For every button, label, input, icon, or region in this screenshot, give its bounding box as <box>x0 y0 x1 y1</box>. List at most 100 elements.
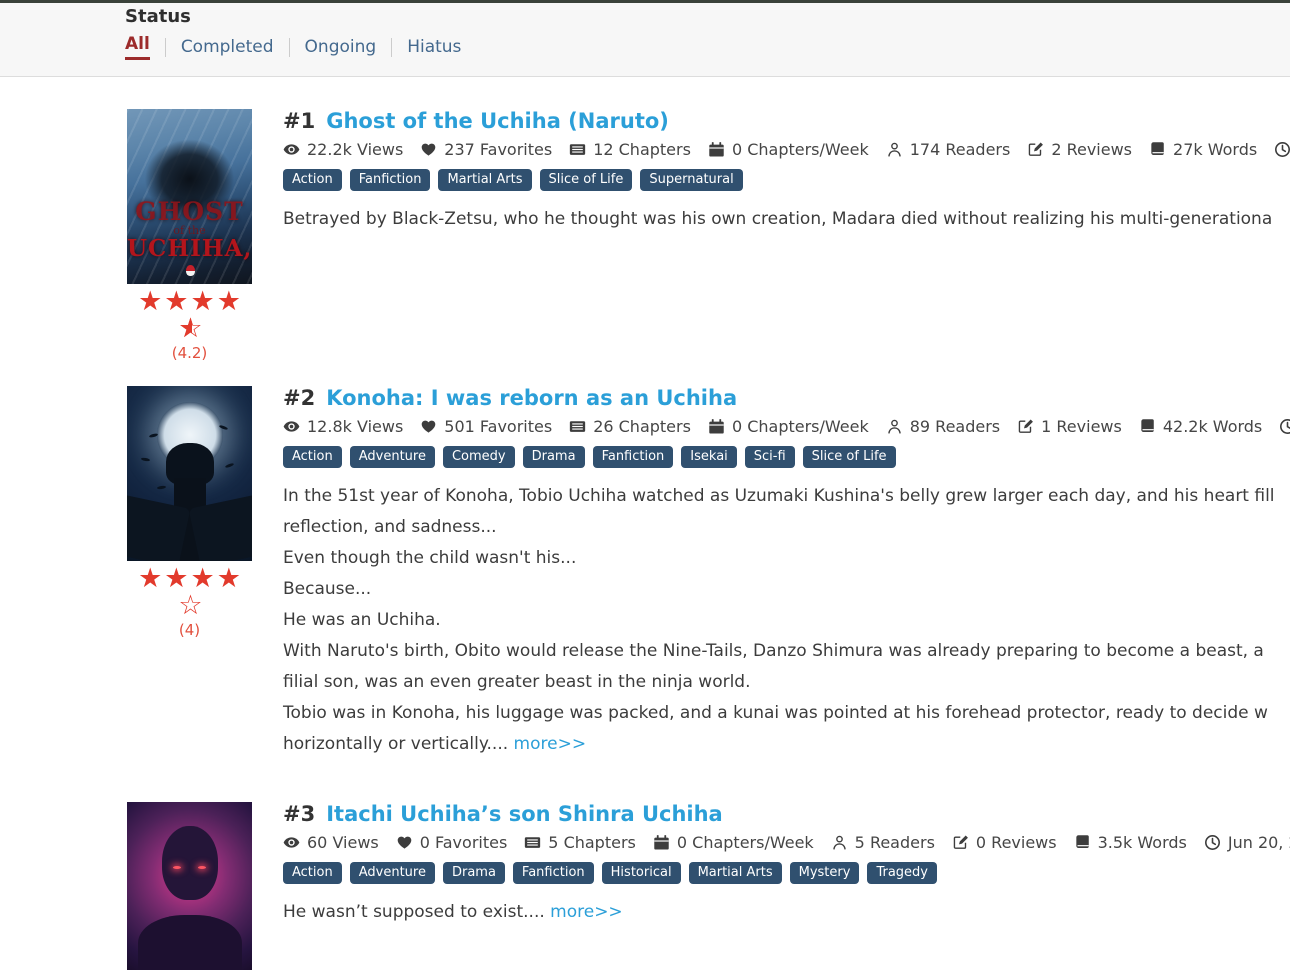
tag-link[interactable]: Isekai <box>681 446 737 468</box>
date-stat: Jun <box>1279 417 1290 436</box>
star-full-icon: ★ <box>190 563 215 594</box>
tag-link[interactable]: Fanfiction <box>349 169 431 191</box>
tag-link[interactable]: Fanfiction <box>512 862 594 884</box>
clock-icon <box>1279 418 1290 435</box>
description-line: Betrayed by Black-Zetsu, who he thought … <box>283 209 1273 229</box>
star-full-icon: ★ <box>138 563 163 594</box>
story-list: GHOST of the UCHIHA, ★★★★☆ ★ (4.2) #1 Gho… <box>0 77 1290 970</box>
tag-link[interactable]: Sci-fi <box>744 446 795 468</box>
description-line: He was an Uchiha. <box>283 610 441 630</box>
tag-link[interactable]: Action <box>283 169 342 191</box>
cover-column: ★★★★☆ <box>127 802 252 970</box>
star-full-icon: ★ <box>216 563 241 594</box>
tab-all[interactable]: All <box>125 34 150 60</box>
favorites-label: 501 Favorites <box>444 417 553 436</box>
views-label: 60 Views <box>307 833 379 852</box>
story-cover-image[interactable]: GHOST of the UCHIHA, <box>127 109 252 284</box>
rating-value: (4.2) <box>171 344 208 362</box>
story-stats: 12.8k Views 501 Favorites 26 Chapters 0 … <box>283 417 1290 436</box>
chapters-label: 5 Chapters <box>548 833 636 852</box>
reviews-label: 2 Reviews <box>1051 140 1133 159</box>
reader-icon <box>886 418 903 435</box>
words-label: 27k Words <box>1173 140 1258 159</box>
favorites-label: 237 Favorites <box>444 140 553 159</box>
views-stat: 60 Views <box>283 833 379 852</box>
readers-stat: 89 Readers <box>886 417 1000 436</box>
tab-hiatus[interactable]: Hiatus <box>407 37 461 57</box>
tag-link[interactable]: Historical <box>601 862 681 884</box>
description-line: filial son, was an even greater beast in… <box>283 672 751 692</box>
chapters-label: 26 Chapters <box>593 417 691 436</box>
review-icon <box>1017 418 1034 435</box>
story-title-link[interactable]: Ghost of the Uchiha (Naruto) <box>326 109 669 133</box>
clock-icon <box>1274 141 1290 158</box>
chapters-icon <box>569 418 586 435</box>
tag-link[interactable]: Action <box>283 862 342 884</box>
more-link[interactable]: more>> <box>514 734 587 754</box>
tag-link[interactable]: Adventure <box>349 862 435 884</box>
date-stat: May <box>1274 140 1290 159</box>
heart-icon <box>420 141 437 158</box>
readers-label: 5 Readers <box>854 833 935 852</box>
tag-link[interactable]: Drama <box>442 862 505 884</box>
reviews-label: 0 Reviews <box>975 833 1057 852</box>
tag-link[interactable]: Fanfiction <box>592 446 674 468</box>
reviews-stat: 1 Reviews <box>1017 417 1122 436</box>
book-icon <box>1074 834 1091 851</box>
heart-icon <box>420 418 437 435</box>
tab-ongoing[interactable]: Ongoing <box>305 37 377 57</box>
eye-icon <box>283 834 300 851</box>
tag-link[interactable]: Mystery <box>789 862 860 884</box>
frequency-stat: 0 Chapters/Week <box>653 833 814 852</box>
description-line: Even though the child wasn't his... <box>283 548 577 568</box>
date-stat: Jun 20, 2025 <box>1204 833 1290 852</box>
tab-completed[interactable]: Completed <box>181 37 274 57</box>
tag-link[interactable]: Martial Arts <box>688 862 782 884</box>
calendar-icon <box>653 834 670 851</box>
favorites-stat: 0 Favorites <box>396 833 508 852</box>
tag-link[interactable]: Martial Arts <box>438 169 532 191</box>
story-list-page: Status All Completed Ongoing Hiatus GHOS… <box>0 0 1290 970</box>
story-title-link[interactable]: Itachi Uchiha’s son Shinra Uchiha <box>326 802 723 826</box>
views-label: 12.8k Views <box>307 417 404 436</box>
star-full-icon: ★ <box>216 286 241 317</box>
tag-link[interactable]: Drama <box>522 446 585 468</box>
tag-link[interactable]: Slice of Life <box>539 169 633 191</box>
story-title-link[interactable]: Konoha: I was reborn as an Uchiha <box>326 386 737 410</box>
tag-link[interactable]: Supernatural <box>640 169 743 191</box>
tag-link[interactable]: Comedy <box>442 446 515 468</box>
description-line: He wasn’t supposed to exist.... more>> <box>283 897 1290 928</box>
star-empty-icon: ☆ <box>178 590 203 621</box>
chapters-stat: 5 Chapters <box>524 833 636 852</box>
views-stat: 22.2k Views <box>283 140 403 159</box>
words-label: 42.2k Words <box>1162 417 1263 436</box>
calendar-icon <box>708 141 725 158</box>
story-tags: Action Adventure Comedy Drama Fanfiction… <box>283 446 1290 468</box>
frequency-label: 0 Chapters/Week <box>731 140 869 159</box>
description-line: reflection, and sadness... <box>283 517 497 537</box>
chapters-stat: 12 Chapters <box>569 140 691 159</box>
review-icon <box>952 834 969 851</box>
reader-icon <box>886 141 903 158</box>
tab-divider <box>288 37 290 57</box>
story-cover-image[interactable] <box>127 802 252 970</box>
glowing-eye-art <box>173 866 181 869</box>
tag-link[interactable]: Action <box>283 446 342 468</box>
views-label: 22.2k Views <box>307 140 404 159</box>
tag-link[interactable]: Slice of Life <box>802 446 896 468</box>
favorites-label: 0 Favorites <box>419 833 508 852</box>
words-stat: 27k Words <box>1149 140 1257 159</box>
story-cover-image[interactable] <box>127 386 252 561</box>
star-full-icon: ★ <box>138 286 163 317</box>
tag-link[interactable]: Tragedy <box>867 862 937 884</box>
story-rank: #2 <box>283 386 316 410</box>
more-link[interactable]: more>> <box>550 902 623 922</box>
tag-link[interactable]: Adventure <box>349 446 435 468</box>
story-rank: #1 <box>283 109 316 133</box>
cover-art-text: GHOST of the UCHIHA, <box>127 196 252 262</box>
rating-stars: ★★★★☆ ★ <box>127 288 252 342</box>
words-stat: 42.2k Words <box>1139 417 1262 436</box>
cover-column: ★★★★☆ (4) <box>127 386 252 760</box>
readers-stat: 5 Readers <box>831 833 935 852</box>
description-line: In the 51st year of Konoha, Tobio Uchiha… <box>283 486 1275 506</box>
